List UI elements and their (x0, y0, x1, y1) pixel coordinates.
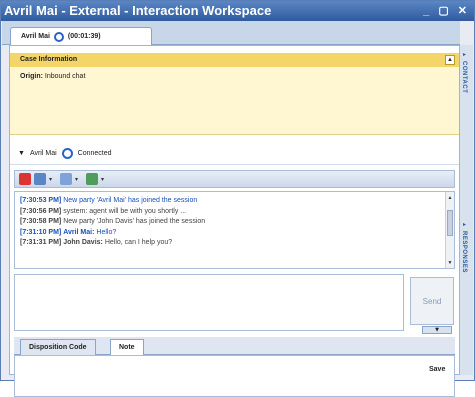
party-status: Connected (77, 150, 112, 157)
case-information-header[interactable]: Case Information ▲ (10, 53, 459, 67)
interaction-tab[interactable]: Avril Mai (00:01:39) (10, 27, 152, 45)
party-status-row[interactable]: ▼ Avril Mai Connected (10, 143, 459, 165)
message-input[interactable] (14, 274, 404, 331)
interaction-tab-strip: Avril Mai (00:01:39) (2, 21, 460, 45)
contact-expand-icon[interactable]: ▸ (463, 51, 466, 58)
transcript-line-2: [7:30:56 PM] system: agent will be with … (20, 207, 187, 215)
conference-dropdown-icon[interactable]: ▾ (75, 176, 78, 183)
timer-icon (53, 31, 64, 42)
interaction-workspace-window: Avril Mai - External - Interaction Works… (0, 0, 475, 397)
side-tab-responses[interactable]: RESPONSES (461, 231, 467, 273)
interaction-tab-party: Avril Mai (21, 32, 50, 40)
transcript-line-4: [7:31:10 PM] Avril Mai: Hello? (20, 228, 117, 236)
case-information-title: Case Information (20, 56, 78, 63)
side-tab-contact[interactable]: CONTACT (461, 61, 467, 93)
origin-label: Origin: (20, 73, 43, 80)
transfer-dropdown-icon[interactable]: ▾ (49, 176, 52, 183)
send-button[interactable]: Send (410, 277, 454, 325)
title-bar[interactable]: Avril Mai - External - Interaction Works… (1, 1, 474, 21)
collapse-icon[interactable]: ▲ (445, 55, 455, 65)
window-title: Avril Mai - External - Interaction Works… (4, 3, 272, 18)
end-chat-icon[interactable] (19, 173, 31, 185)
scroll-down-icon[interactable]: ▼ (446, 258, 454, 267)
save-button[interactable]: Save (429, 366, 445, 373)
consult-icon[interactable] (86, 173, 99, 185)
chat-transcript[interactable]: [7:30:53 PM] New party 'Avril Mai' has j… (14, 191, 455, 269)
window-controls[interactable]: _ ▢ ✕ (423, 1, 470, 21)
interaction-tab-timer: (00:01:39) (67, 32, 101, 40)
transcript-line-5: [7:31:31 PM] John Davis: Hello, can I he… (20, 239, 173, 246)
transcript-line-3: [7:30:58 PM] New party 'John Davis' has … (20, 218, 206, 225)
origin-value: Inbound chat (44, 73, 86, 80)
scroll-thumb[interactable] (447, 210, 453, 236)
party-name: Avril Mai (29, 150, 57, 157)
tab-disposition-code[interactable]: Disposition Code (20, 339, 96, 355)
chat-toolbar: ▾ ▾ ▾ (14, 170, 455, 188)
transfer-icon[interactable] (34, 173, 46, 185)
bottom-tab-strip: Disposition Code Note (14, 337, 455, 355)
responses-expand-icon[interactable]: ▸ (463, 221, 466, 228)
interaction-main-panel: Case Information ▲ Origin: Inbound chat … (9, 45, 460, 397)
transcript-line-1: [7:30:53 PM] New party 'Avril Mai' has j… (20, 197, 198, 204)
conference-icon[interactable] (60, 173, 73, 185)
case-origin-row: Origin: Inbound chat (10, 67, 459, 86)
scroll-up-icon[interactable]: ▲ (446, 193, 454, 202)
side-panel: ▸ CONTACT ▸ RESPONSES (459, 45, 473, 375)
connected-status-icon (61, 148, 73, 159)
transcript-scrollbar[interactable]: ▲ ▼ (445, 192, 454, 268)
party-dropdown-icon[interactable]: ▼ (18, 150, 25, 157)
emoticon-dropdown-icon[interactable]: ▼ (422, 326, 452, 334)
note-textarea[interactable] (14, 355, 455, 397)
consult-dropdown-icon[interactable]: ▾ (101, 176, 104, 183)
case-information-panel: Case Information ▲ Origin: Inbound chat (10, 53, 459, 135)
tab-note[interactable]: Note (110, 339, 144, 355)
